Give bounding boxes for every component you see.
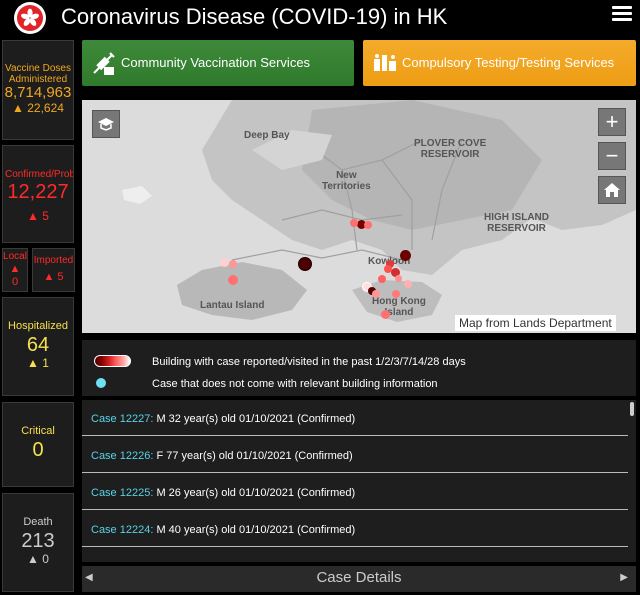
- compulsory-testing-label: Compulsory Testing/Testing Services: [402, 55, 615, 70]
- case-marker[interactable]: [364, 221, 372, 229]
- list-item[interactable]: Case 12226: F 77 year(s) old 01/10/2021 …: [82, 437, 628, 473]
- case-marker[interactable]: [384, 265, 392, 273]
- case-marker[interactable]: [392, 290, 400, 298]
- vaccine-value: 8,714,963: [4, 84, 72, 101]
- death-delta: ▲ 0: [27, 552, 49, 566]
- case-marker[interactable]: [229, 260, 237, 268]
- app-header: Coronavirus Disease (COVID-19) in HK: [0, 0, 640, 36]
- critical-panel[interactable]: Critical 0: [2, 402, 74, 487]
- local-arrow: ▲: [9, 263, 21, 275]
- next-arrow-icon[interactable]: ▶: [620, 572, 628, 583]
- case-marker[interactable]: [228, 275, 238, 285]
- vaccine-doses-panel[interactable]: Vaccine Doses Administered 8,714,963 ▲ 2…: [2, 40, 74, 140]
- case-marker[interactable]: [381, 310, 390, 319]
- local-label: Local: [3, 251, 27, 262]
- confirmed-delta: ▲ 5: [27, 209, 49, 223]
- map-terrain: [82, 100, 636, 333]
- no-building-dot-icon: [96, 378, 106, 388]
- community-vaccination-button[interactable]: Community Vaccination Services: [82, 40, 354, 86]
- case-details-bar[interactable]: ◀ Case Details ▶: [82, 566, 636, 592]
- imported-delta: ▲ 5: [43, 271, 64, 283]
- case-description: M 26 year(s) old 01/10/2021 (Confirmed): [153, 487, 356, 499]
- case-marker[interactable]: [400, 250, 411, 261]
- case-list[interactable]: Case 12227: M 32 year(s) old 01/10/2021 …: [82, 400, 636, 562]
- case-map[interactable]: Deep Bay PLOVER COVE RESERVOIR New Terri…: [82, 100, 636, 333]
- case-details-title[interactable]: Case Details: [82, 569, 636, 586]
- map-label-deep-bay: Deep Bay: [244, 130, 290, 141]
- hospitalized-delta: ▲ 1: [27, 356, 49, 370]
- list-item[interactable]: Case 12224: M 40 year(s) old 01/10/2021 …: [82, 511, 628, 547]
- legend-no-building-text: Case that does not come with relevant bu…: [152, 378, 438, 390]
- map-legend: Building with case reported/visited in t…: [82, 340, 636, 396]
- graduation-cap-icon[interactable]: [92, 110, 120, 138]
- imported-panel[interactable]: Imported ▲ 5: [32, 248, 75, 292]
- map-label-lantau: Lantau Island: [200, 300, 265, 311]
- critical-label: Critical: [21, 425, 55, 437]
- vaccine-delta: ▲ 22,624: [12, 101, 64, 115]
- case-marker[interactable]: [220, 258, 229, 267]
- critical-value: 0: [32, 439, 44, 461]
- case-marker[interactable]: [372, 290, 380, 298]
- vaccine-label: Vaccine Doses Administered: [5, 63, 71, 85]
- case-id: Case 12224:: [91, 524, 154, 536]
- home-icon[interactable]: [598, 176, 626, 204]
- death-label: Death: [23, 516, 53, 528]
- hospitalized-value: 64: [26, 334, 50, 356]
- case-description: F 77 year(s) old 01/10/2021 (Confirmed): [153, 450, 353, 462]
- death-panel[interactable]: Death 213 ▲ 0: [2, 493, 74, 592]
- confirmed-label: Confirmed/Prob: [5, 169, 74, 180]
- map-label-high-island: HIGH ISLAND RESERVOIR: [484, 212, 549, 234]
- map-label-new-territories: New Territories: [322, 170, 371, 192]
- list-item[interactable]: Case 12225: M 26 year(s) old 01/10/2021 …: [82, 474, 628, 510]
- case-marker[interactable]: [298, 257, 312, 271]
- zoom-in-button[interactable]: +: [598, 108, 626, 136]
- case-id: Case 12225:: [91, 487, 154, 499]
- hk-bauhinia-icon: [14, 2, 46, 34]
- hospitalized-label: Hospitalized: [8, 320, 68, 332]
- case-id: Case 12226:: [91, 450, 154, 462]
- case-description: M 40 year(s) old 01/10/2021 (Confirmed): [153, 524, 356, 536]
- case-marker[interactable]: [404, 280, 412, 288]
- hamburger-menu-icon[interactable]: [612, 6, 632, 22]
- case-marker[interactable]: [395, 275, 402, 282]
- list-item[interactable]: Case 12227: M 32 year(s) old 01/10/2021 …: [82, 400, 628, 436]
- legend-building-text: Building with case reported/visited in t…: [152, 356, 466, 368]
- testing-lab-icon: [374, 54, 396, 71]
- case-list-scrollbar[interactable]: [630, 402, 634, 416]
- map-credit: Map from Lands Department: [455, 315, 616, 331]
- vaccination-syringe-icon: [93, 52, 115, 75]
- hospitalized-panel[interactable]: Hospitalized 64 ▲ 1: [2, 297, 74, 396]
- death-value: 213: [21, 530, 55, 552]
- app-title: Coronavirus Disease (COVID-19) in HK: [61, 4, 448, 29]
- confirmed-value: 12,227: [7, 181, 69, 203]
- case-marker[interactable]: [350, 219, 358, 227]
- confirmed-panel[interactable]: Confirmed/Prob 12,227 ▲ 5: [2, 145, 74, 243]
- case-marker[interactable]: [378, 275, 386, 283]
- zoom-out-button[interactable]: −: [598, 142, 626, 170]
- case-id: Case 12227:: [91, 413, 154, 425]
- map-label-plover-cove: PLOVER COVE RESERVOIR: [414, 138, 487, 160]
- compulsory-testing-button[interactable]: Compulsory Testing/Testing Services: [363, 40, 636, 86]
- case-description: M 32 year(s) old 01/10/2021 (Confirmed): [153, 413, 356, 425]
- local-panel[interactable]: Local ▲ 0: [2, 248, 28, 292]
- local-value: 0: [11, 276, 19, 288]
- community-vaccination-label: Community Vaccination Services: [121, 55, 311, 70]
- imported-label: Imported: [33, 255, 74, 266]
- building-gradient-icon: [94, 355, 131, 367]
